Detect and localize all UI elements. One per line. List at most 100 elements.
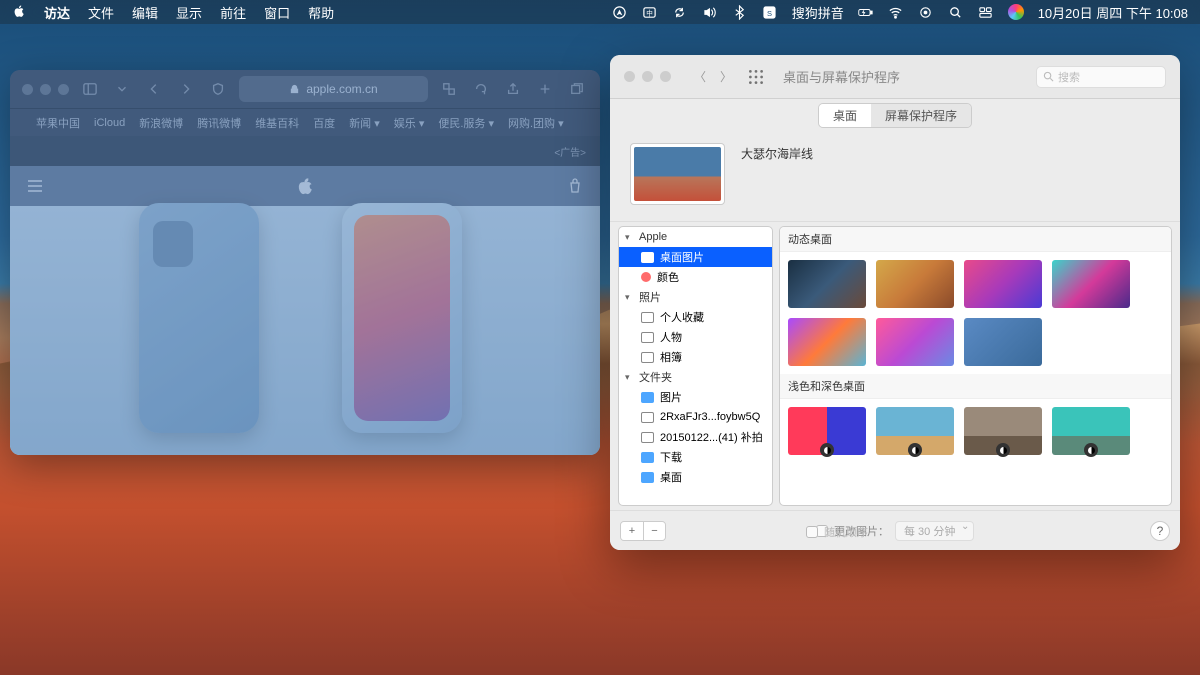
- sidebar-item-folder[interactable]: 20150122...(41) 补拍: [619, 427, 772, 447]
- menu-view[interactable]: 显示: [176, 3, 202, 22]
- back-button[interactable]: 〈: [689, 67, 711, 87]
- appearance-mode-icon: [1084, 443, 1098, 457]
- wallpaper-grid[interactable]: 动态桌面 浅色和深色桌面: [779, 226, 1172, 506]
- window-title: 桌面与屏幕保护程序: [783, 67, 900, 86]
- hamburger-icon[interactable]: [26, 177, 44, 195]
- wallpaper-thumb[interactable]: [964, 407, 1042, 455]
- volume-icon[interactable]: [702, 4, 718, 20]
- tab-desktop[interactable]: 桌面: [819, 104, 871, 127]
- sidebar-item-folder[interactable]: 2RxaFJr3...foybw5Q: [619, 407, 772, 427]
- wallpaper-thumb[interactable]: [876, 260, 954, 308]
- sidebar-item-colors[interactable]: 颜色: [619, 267, 772, 287]
- menu-window[interactable]: 窗口: [264, 3, 290, 22]
- bookmark-item[interactable]: 维基百科: [255, 115, 299, 131]
- sidebar-item-albums[interactable]: 相簿: [619, 347, 772, 367]
- menu-help[interactable]: 帮助: [308, 3, 334, 22]
- sidebar-group-apple[interactable]: ▾Apple: [619, 227, 772, 247]
- location-icon[interactable]: [918, 4, 934, 20]
- apple-menu-icon[interactable]: [12, 4, 26, 21]
- sidebar-item-favorites[interactable]: 个人收藏: [619, 307, 772, 327]
- forward-icon[interactable]: [175, 78, 197, 100]
- add-folder-button[interactable]: +: [621, 522, 643, 540]
- share-icon[interactable]: [502, 78, 524, 100]
- system-preferences-window: 〈 〉 桌面与屏幕保护程序 搜索 桌面 屏幕保护程序 大瑟尔海岸线 ▾Apple…: [610, 55, 1180, 550]
- menu-go[interactable]: 前往: [220, 3, 246, 22]
- interval-select[interactable]: 每 30 分钟: [895, 521, 974, 541]
- wallpaper-thumb[interactable]: [876, 318, 954, 366]
- random-order-checkbox[interactable]: [806, 526, 818, 538]
- bookmark-item[interactable]: 便民.服务 ▾: [438, 115, 494, 131]
- battery-icon[interactable]: [858, 4, 874, 20]
- apple-logo-icon[interactable]: [296, 177, 314, 195]
- translate-icon[interactable]: [438, 78, 460, 100]
- bookmark-item[interactable]: 网购.团购 ▾: [508, 115, 564, 131]
- menu-file[interactable]: 文件: [88, 3, 114, 22]
- bag-icon[interactable]: [566, 177, 584, 195]
- wallpaper-thumb[interactable]: [788, 407, 866, 455]
- control-center-icon[interactable]: [978, 4, 994, 20]
- bookmark-item[interactable]: 娱乐 ▾: [394, 115, 425, 131]
- menu-edit[interactable]: 编辑: [132, 3, 158, 22]
- grid-section-dynamic: 动态桌面: [780, 227, 1171, 252]
- sidebar-item-folder[interactable]: 桌面: [619, 467, 772, 487]
- url-bar[interactable]: apple.com.cn: [239, 76, 428, 102]
- appearance-mode-icon: [908, 443, 922, 457]
- clock-datetime[interactable]: 10月20日 周四 下午 10:08: [1038, 3, 1188, 22]
- source-sidebar[interactable]: ▾Apple 桌面图片 颜色 ▾照片 个人收藏 人物 相簿 ▾文件夹 图片 2R…: [618, 226, 773, 506]
- new-tab-icon[interactable]: [534, 78, 556, 100]
- sync-icon[interactable]: [672, 4, 688, 20]
- wallpaper-thumb[interactable]: [876, 407, 954, 455]
- tabs-icon[interactable]: [566, 78, 588, 100]
- input-indicator-icon[interactable]: 中: [642, 4, 658, 20]
- search-field[interactable]: 搜索: [1036, 66, 1166, 88]
- bookmark-item[interactable]: 腾讯微博: [197, 115, 241, 131]
- safari-window: apple.com.cn 苹果中国 iCloud 新浪微博 腾讯微博 维基百科 …: [10, 70, 600, 455]
- bookmark-item[interactable]: 新浪微博: [139, 115, 183, 131]
- sidebar-item-folder[interactable]: 图片: [619, 387, 772, 407]
- bluetooth-icon[interactable]: [732, 4, 748, 20]
- window-controls[interactable]: [624, 71, 671, 82]
- shield-icon[interactable]: [207, 78, 229, 100]
- random-order-label: 随机顺序: [824, 524, 868, 540]
- bookmarks-bar: 苹果中国 iCloud 新浪微博 腾讯微博 维基百科 百度 新闻 ▾ 娱乐 ▾ …: [10, 108, 600, 136]
- bookmark-item[interactable]: 百度: [313, 115, 335, 131]
- hero-image: [10, 206, 600, 455]
- chevron-down-icon[interactable]: [111, 78, 133, 100]
- tab-screensaver[interactable]: 屏幕保护程序: [871, 104, 971, 127]
- svg-text:中: 中: [646, 8, 653, 17]
- wallpaper-thumb[interactable]: [964, 260, 1042, 308]
- prefs-tabs: 桌面 屏幕保护程序: [610, 99, 1180, 131]
- active-app-name[interactable]: 访达: [44, 3, 70, 22]
- phone-back: [139, 203, 259, 433]
- input-method-name[interactable]: 搜狗拼音: [792, 3, 844, 22]
- bookmark-item[interactable]: 苹果中国: [36, 115, 80, 131]
- wallpaper-thumb[interactable]: [788, 318, 866, 366]
- show-all-icon[interactable]: [747, 68, 765, 86]
- wallpaper-thumb[interactable]: [964, 318, 1042, 366]
- sidebar-item-people[interactable]: 人物: [619, 327, 772, 347]
- compass-icon[interactable]: [612, 4, 628, 20]
- wallpaper-thumb[interactable]: [1052, 407, 1130, 455]
- forward-button[interactable]: 〉: [715, 67, 737, 87]
- window-controls[interactable]: [22, 84, 69, 95]
- sidebar-toggle-icon[interactable]: [79, 78, 101, 100]
- wallpaper-thumb[interactable]: [1052, 260, 1130, 308]
- remove-folder-button[interactable]: −: [643, 522, 665, 540]
- phone-front: [342, 203, 462, 433]
- menu-bar: 访达 文件 编辑 显示 前往 窗口 帮助 中 S 搜狗拼音 10月20日 周四 …: [0, 0, 1200, 24]
- sidebar-group-photos[interactable]: ▾照片: [619, 287, 772, 307]
- sidebar-item-folder[interactable]: 下载: [619, 447, 772, 467]
- siri-icon[interactable]: [1008, 4, 1024, 20]
- spotlight-icon[interactable]: [948, 4, 964, 20]
- help-button[interactable]: ?: [1150, 521, 1170, 541]
- bookmark-item[interactable]: 新闻 ▾: [349, 115, 380, 131]
- wallpaper-thumb[interactable]: [788, 260, 866, 308]
- wifi-icon[interactable]: [888, 4, 904, 20]
- sidebar-item-desktop-pictures[interactable]: 桌面图片: [619, 247, 772, 267]
- appearance-mode-icon: [996, 443, 1010, 457]
- sogou-icon[interactable]: S: [762, 4, 778, 20]
- reload-icon[interactable]: [470, 78, 492, 100]
- sidebar-group-folders[interactable]: ▾文件夹: [619, 367, 772, 387]
- back-icon[interactable]: [143, 78, 165, 100]
- bookmark-item[interactable]: iCloud: [94, 117, 125, 129]
